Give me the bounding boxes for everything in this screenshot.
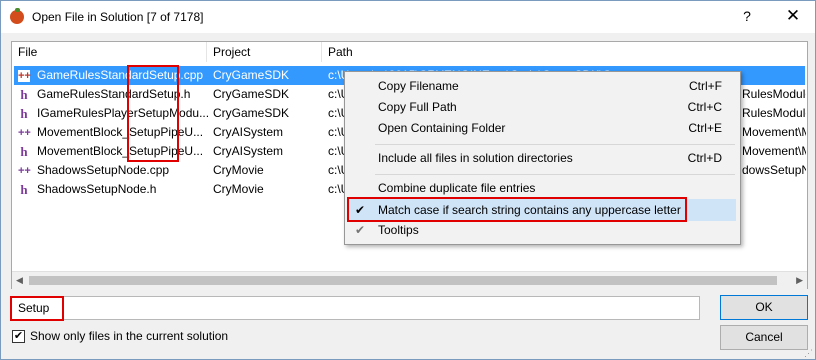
- search-input[interactable]: Setup: [11, 296, 700, 320]
- menu-item-shortcut: Ctrl+E: [688, 121, 722, 135]
- resize-grip-icon[interactable]: ⋰: [804, 348, 814, 358]
- file-path-tail: Movement\M: [742, 125, 806, 139]
- menu-item-copy-full-path[interactable]: Copy Full Path Ctrl+C: [347, 96, 736, 118]
- menu-item-shortcut: Ctrl+F: [689, 79, 722, 93]
- header-file-icon: h: [20, 182, 28, 197]
- file-name: ShadowsSetupNode.cpp: [37, 163, 170, 177]
- project-name: CryAISystem: [213, 125, 284, 139]
- file-name: GameRulesStandardSetup.h: [37, 87, 191, 101]
- menu-item-label: Include all files in solution directorie…: [378, 151, 573, 165]
- checkmark-icon: ✔: [355, 203, 366, 217]
- menu-item-shortcut: Ctrl+D: [687, 151, 722, 165]
- menu-item-tooltips[interactable]: ✔ Tooltips: [347, 219, 736, 241]
- project-name: CryGameSDK: [213, 87, 290, 101]
- menu-separator: [375, 144, 735, 145]
- column-header-project[interactable]: Project: [207, 42, 322, 62]
- header-file-icon: h: [20, 106, 28, 121]
- search-value: Setup: [18, 301, 50, 315]
- menu-item-combine-duplicates[interactable]: Combine duplicate file entries: [347, 177, 736, 199]
- scroll-right-arrow-icon[interactable]: ▶: [796, 275, 803, 286]
- show-only-solution-files-checkbox[interactable]: ✔: [12, 330, 25, 343]
- context-menu: Copy Filename Ctrl+F Copy Full Path Ctrl…: [344, 71, 741, 245]
- close-button[interactable]: ✕: [781, 6, 805, 26]
- file-name: MovementBlock_SetupPipeU...: [37, 125, 204, 139]
- column-header-path[interactable]: Path: [322, 42, 807, 62]
- file-path-tail: Movement\M: [742, 144, 806, 158]
- show-only-solution-files-label[interactable]: Show only files in the current solution: [30, 329, 228, 343]
- help-button[interactable]: ?: [737, 8, 757, 24]
- menu-item-label: Open Containing Folder: [378, 121, 506, 135]
- menu-item-match-case[interactable]: ✔ Match case if search string contains a…: [347, 199, 736, 221]
- file-path-tail: dowsSetupNo: [742, 163, 806, 177]
- menu-item-label: Tooltips: [378, 223, 419, 237]
- header-file-icon: h: [20, 144, 28, 159]
- project-name: CryGameSDK: [213, 106, 290, 120]
- open-file-dialog: Open File in Solution [7 of 7178] ? ✕ Fi…: [0, 0, 816, 360]
- header-file-icon: h: [20, 87, 28, 102]
- cancel-button[interactable]: Cancel: [720, 325, 808, 350]
- cpp-file-icon: ++: [18, 127, 31, 139]
- menu-item-label: Match case if search string contains any…: [378, 203, 681, 217]
- cpp-file-icon: ++: [18, 70, 31, 82]
- file-name: GameRulesStandardSetup.cpp: [37, 68, 204, 82]
- scrollbar-thumb[interactable]: [29, 276, 777, 285]
- menu-item-open-containing-folder[interactable]: Open Containing Folder Ctrl+E: [347, 117, 736, 139]
- cpp-file-icon: ++: [18, 165, 31, 177]
- project-name: CryGameSDK: [213, 68, 290, 82]
- menu-item-copy-filename[interactable]: Copy Filename Ctrl+F: [347, 75, 736, 97]
- tomato-app-icon: [10, 8, 24, 24]
- file-name: ShadowsSetupNode.h: [37, 182, 157, 196]
- window-title: Open File in Solution [7 of 7178]: [32, 10, 204, 24]
- file-path-tail: RulesModule: [742, 106, 806, 120]
- menu-separator: [375, 174, 735, 175]
- ok-button[interactable]: OK: [720, 295, 808, 320]
- menu-item-label: Combine duplicate file entries: [378, 181, 536, 195]
- column-header-file[interactable]: File: [12, 42, 207, 62]
- menu-item-shortcut: Ctrl+C: [687, 100, 722, 114]
- checkmark-icon: ✔: [355, 223, 366, 237]
- menu-item-label: Copy Filename: [378, 79, 459, 93]
- file-path-tail: RulesModule: [742, 87, 806, 101]
- scroll-left-arrow-icon[interactable]: ◀: [16, 275, 23, 286]
- title-bar: Open File in Solution [7 of 7178] ? ✕: [1, 1, 815, 33]
- project-name: CryMovie: [213, 182, 264, 196]
- project-name: CryMovie: [213, 163, 264, 177]
- horizontal-scrollbar[interactable]: ◀ ▶: [12, 271, 807, 289]
- project-name: CryAISystem: [213, 144, 284, 158]
- menu-item-include-all-files[interactable]: Include all files in solution directorie…: [347, 147, 736, 169]
- file-name: IGameRulesPlayerSetupModu...: [37, 106, 209, 120]
- menu-item-label: Copy Full Path: [378, 100, 457, 114]
- file-name: MovementBlock_SetupPipeU...: [37, 144, 204, 158]
